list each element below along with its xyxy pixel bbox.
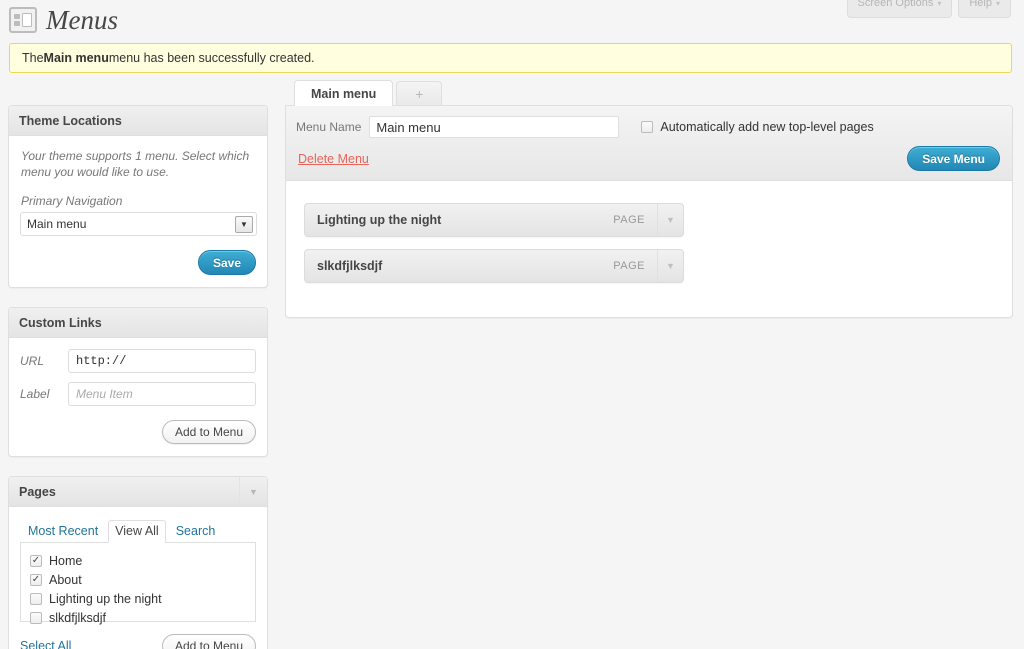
list-item[interactable]: Home <box>30 551 246 570</box>
menu-item-row[interactable]: Lighting up the night PAGE ▼ <box>304 203 684 237</box>
checkbox-slkdfjlksdjf[interactable] <box>30 612 42 624</box>
theme-locations-header: Theme Locations <box>9 106 267 136</box>
menu-item-type: PAGE <box>613 260 657 272</box>
auto-add-pages-row[interactable]: Automatically add new top-level pages <box>641 120 873 134</box>
tab-search[interactable]: Search <box>169 520 223 542</box>
theme-locations-help: Your theme supports 1 menu. Select which… <box>21 148 256 180</box>
screen-meta-links: Screen Options▾ Help▾ <box>847 0 1011 18</box>
menu-item-title: Lighting up the night <box>305 213 613 227</box>
delete-menu-link[interactable]: Delete Menu <box>298 152 369 166</box>
menu-items-list: Lighting up the night PAGE ▼ slkdfjlksdj… <box>286 181 1012 317</box>
help-label: Help <box>969 0 992 9</box>
tab-most-recent[interactable]: Most Recent <box>21 520 105 542</box>
page-title: Menus <box>46 5 118 36</box>
list-item-label: slkdfjlksdjf <box>49 611 106 625</box>
menu-panel-header: Menu Name Automatically add new top-leve… <box>286 106 1012 181</box>
chevron-down-icon: ▾ <box>937 0 941 8</box>
add-menu-tab[interactable]: + <box>396 81 442 106</box>
notice-suffix: menu has been successfully created. <box>109 51 315 65</box>
save-theme-locations-button[interactable]: Save <box>198 250 256 275</box>
custom-link-url-label: URL <box>20 354 68 368</box>
checkbox-about[interactable] <box>30 574 42 586</box>
primary-navigation-select[interactable]: Main menu ▼ <box>20 212 257 236</box>
screen-options-label: Screen Options <box>858 0 934 9</box>
chevron-down-icon: ▾ <box>996 0 1000 8</box>
save-menu-button[interactable]: Save Menu <box>907 146 1000 171</box>
pages-checkbox-list: Home About Lighting up the night slkdfjl… <box>20 542 256 622</box>
custom-links-header: Custom Links <box>9 308 267 338</box>
page-header: Menus <box>9 0 118 40</box>
menu-panel: Menu Name Automatically add new top-leve… <box>285 105 1013 318</box>
chevron-down-icon[interactable]: ▼ <box>239 477 267 506</box>
notice-prefix: The <box>22 51 44 65</box>
tab-main-menu[interactable]: Main menu <box>294 80 393 106</box>
custom-links-body: URL Label Add to Menu <box>9 338 267 456</box>
menu-item-title: slkdfjlksdjf <box>305 259 613 273</box>
menu-item-type: PAGE <box>613 214 657 226</box>
list-item-label: Lighting up the night <box>49 592 162 606</box>
checkbox-lighting-up-the-night[interactable] <box>30 593 42 605</box>
custom-link-label-row: Label <box>20 382 256 406</box>
menus-icon-left-blocks <box>14 14 20 26</box>
menu-name-label: Menu Name <box>296 120 361 134</box>
custom-links-actions: Add to Menu <box>20 420 256 444</box>
chevron-down-icon[interactable]: ▼ <box>235 216 253 233</box>
help-tab[interactable]: Help ▾ <box>958 0 1011 18</box>
custom-links-title: Custom Links <box>19 316 102 330</box>
select-all-link[interactable]: Select All <box>20 639 71 649</box>
auto-add-pages-label: Automatically add new top-level pages <box>660 120 873 134</box>
theme-locations-actions: Save <box>20 250 256 275</box>
menu-actions-row: Delete Menu Save Menu <box>296 145 1000 172</box>
pages-box: Pages ▼ Most Recent View All Search Home <box>8 476 268 649</box>
menus-icon-right-block <box>22 13 32 27</box>
list-item-label: Home <box>49 554 82 568</box>
checkbox-home[interactable] <box>30 555 42 567</box>
sidebar: Theme Locations Your theme supports 1 me… <box>8 105 268 649</box>
custom-link-label-label: Label <box>20 387 68 401</box>
theme-locations-box: Theme Locations Your theme supports 1 me… <box>8 105 268 288</box>
list-item[interactable]: Lighting up the night <box>30 589 246 608</box>
notice-menu-name: Main menu <box>44 51 109 65</box>
screen-options-tab[interactable]: Screen Options▾ <box>847 0 953 18</box>
menu-tab-bar: Main menu + <box>294 80 1013 106</box>
admin-screen: Screen Options▾ Help▾ Menus The Main men… <box>0 0 1024 649</box>
pages-footer: Select All Add to Menu <box>20 634 256 649</box>
add-custom-link-to-menu-button[interactable]: Add to Menu <box>162 420 256 444</box>
menu-item-row[interactable]: slkdfjlksdjf PAGE ▼ <box>304 249 684 283</box>
custom-link-url-row: URL <box>20 349 256 373</box>
menus-icon <box>9 7 37 33</box>
custom-link-label-input[interactable] <box>68 382 256 406</box>
menu-name-row: Menu Name Automatically add new top-leve… <box>296 116 1000 138</box>
pages-body: Most Recent View All Search Home About <box>9 507 267 649</box>
pages-header: Pages ▼ <box>9 477 267 507</box>
chevron-down-icon[interactable]: ▼ <box>657 204 683 236</box>
checkbox-auto-add-pages[interactable] <box>641 121 653 133</box>
primary-navigation-label: Primary Navigation <box>21 194 256 208</box>
list-item-label: About <box>49 573 82 587</box>
pages-tabs: Most Recent View All Search <box>21 519 256 542</box>
list-item[interactable]: About <box>30 570 246 589</box>
pages-title: Pages <box>19 485 56 499</box>
menu-editor: Main menu + Menu Name Automatically add … <box>285 80 1013 319</box>
custom-links-box: Custom Links URL Label Add to Menu <box>8 307 268 457</box>
chevron-down-icon[interactable]: ▼ <box>657 250 683 282</box>
menu-name-input[interactable] <box>369 116 619 138</box>
add-pages-to-menu-button[interactable]: Add to Menu <box>162 634 256 649</box>
theme-locations-body: Your theme supports 1 menu. Select which… <box>9 136 267 287</box>
success-notice: The Main menu menu has been successfully… <box>9 43 1012 73</box>
custom-link-url-input[interactable] <box>68 349 256 373</box>
theme-locations-title: Theme Locations <box>19 114 122 128</box>
tab-view-all[interactable]: View All <box>108 520 166 543</box>
primary-navigation-value: Main menu <box>27 217 86 231</box>
list-item[interactable]: slkdfjlksdjf <box>30 608 246 627</box>
